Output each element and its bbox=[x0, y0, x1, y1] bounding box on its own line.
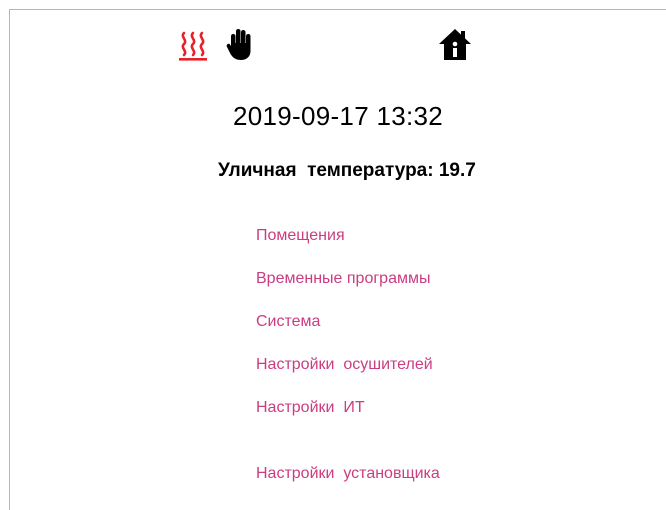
heating-icon bbox=[179, 31, 207, 61]
home-info-icon[interactable] bbox=[437, 27, 473, 63]
screen-frame bbox=[9, 9, 666, 510]
menu-item-time-programs[interactable]: Временные программы bbox=[256, 270, 430, 288]
outdoor-temperature-value: 19.7 bbox=[438, 160, 476, 181]
menu-item-it-settings[interactable]: Настройки ИТ bbox=[256, 399, 365, 417]
menu-item-installer-settings[interactable]: Настройки установщика bbox=[256, 465, 440, 483]
manual-mode-hand-icon bbox=[226, 29, 251, 60]
current-datetime: 2019-09-17 13:32 bbox=[232, 101, 444, 131]
outdoor-temperature: Уличная температура: 19.7 bbox=[218, 160, 476, 182]
menu-item-dehumidifier-settings[interactable]: Настройки осушителей bbox=[256, 356, 433, 374]
outdoor-temperature-label: Уличная температура: bbox=[218, 160, 434, 181]
menu-item-system[interactable]: Система bbox=[256, 313, 320, 331]
menu-item-rooms[interactable]: Помещения bbox=[256, 227, 345, 245]
